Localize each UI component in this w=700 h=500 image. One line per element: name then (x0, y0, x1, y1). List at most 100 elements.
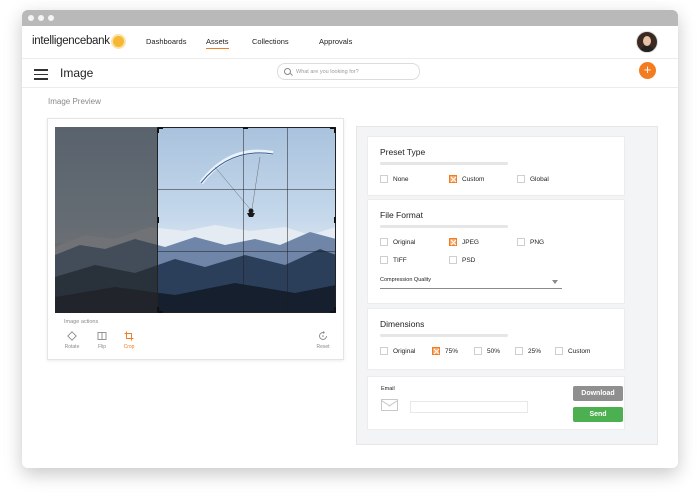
file-format-title: File Format (380, 210, 423, 220)
options-panel: Preset Type None Custom Global File Form… (356, 126, 658, 445)
dimensions-section: Dimensions Original 75% 50% 25% Custom (367, 308, 625, 370)
window-maximize-dot[interactable] (48, 15, 54, 21)
window-close-dot[interactable] (28, 15, 34, 21)
checkbox-icon[interactable] (474, 347, 482, 355)
dimensions-divider (380, 334, 508, 337)
image-preview-card: Image actions Rotate Flip Crop Reset (47, 118, 344, 360)
format-option-original[interactable]: Original (380, 238, 415, 246)
nav-link-collections[interactable]: Collections (252, 37, 289, 46)
rotate-icon (67, 331, 77, 341)
option-label: Original (393, 238, 416, 246)
flip-icon (97, 332, 107, 340)
checkbox-icon[interactable] (555, 347, 563, 355)
reset-icon (319, 331, 327, 340)
checkbox-icon[interactable] (517, 175, 525, 183)
avatar-body (640, 46, 654, 52)
user-avatar[interactable] (636, 31, 658, 53)
top-navigation: intelligencebank Dashboards Assets Colle… (22, 26, 678, 59)
crop-handles[interactable] (55, 127, 336, 313)
dimension-option-25[interactable]: 25% (515, 347, 541, 355)
flip-button[interactable]: Flip (90, 331, 114, 350)
crop-label: Crop (123, 344, 135, 350)
image-actions-toolbar: Rotate Flip Crop Reset (48, 331, 343, 355)
compression-quality-select[interactable]: Compression Quality (380, 277, 562, 289)
checkbox-checked-icon[interactable] (449, 175, 457, 183)
preset-type-divider (380, 162, 508, 165)
reset-label: Reset (316, 344, 330, 350)
hamburger-menu-icon[interactable] (34, 69, 48, 83)
main-content: Image Preview Image actions Rotate Flip … (22, 88, 678, 468)
option-label: TIFF (393, 256, 407, 264)
preset-type-section: Preset Type None Custom Global (367, 136, 625, 196)
window-titlebar (22, 10, 678, 26)
option-label: Custom (568, 347, 591, 355)
option-label: Original (393, 347, 416, 355)
format-option-jpeg[interactable]: JPEG (449, 238, 479, 246)
option-label: 50% (487, 347, 501, 355)
format-option-tiff[interactable]: TIFF (380, 256, 407, 264)
avatar-face (643, 36, 651, 46)
checkbox-icon[interactable] (515, 347, 523, 355)
window-minimize-dot[interactable] (38, 15, 44, 21)
brand-name: intelligencebank (32, 35, 110, 47)
flip-label: Flip (97, 344, 107, 350)
search-icon (284, 68, 291, 75)
format-option-psd[interactable]: PSD (449, 256, 475, 264)
dropdown-arrow-icon (552, 280, 558, 284)
checkbox-icon[interactable] (449, 256, 457, 264)
checkbox-icon[interactable] (380, 175, 388, 183)
option-label: 25% (528, 347, 542, 355)
option-label: 75% (445, 347, 459, 355)
option-label: Global (530, 175, 549, 183)
nav-link-dashboards[interactable]: Dashboards (146, 37, 186, 46)
email-label: Email (381, 386, 395, 392)
dimension-option-custom[interactable]: Custom (555, 347, 590, 355)
rotate-label: Rotate (64, 344, 80, 350)
dimension-option-75[interactable]: 75% (432, 347, 458, 355)
checkbox-icon[interactable] (380, 238, 388, 246)
browser-window: intelligencebank Dashboards Assets Colle… (22, 10, 678, 468)
page-title: Image (60, 66, 94, 80)
rotate-button[interactable]: Rotate (60, 331, 84, 350)
preset-option-none[interactable]: None (380, 175, 409, 183)
crop-icon (124, 331, 134, 341)
checkbox-icon[interactable] (517, 238, 525, 246)
crop-button[interactable]: Crop (117, 331, 141, 350)
preset-option-global[interactable]: Global (517, 175, 549, 183)
file-format-divider (380, 225, 508, 228)
dimensions-title: Dimensions (380, 319, 425, 329)
add-button[interactable]: + (639, 62, 656, 79)
search-placeholder: What are you looking for? (296, 68, 359, 75)
brand-logo[interactable]: intelligencebank (32, 35, 124, 47)
email-section: Email Download Send (367, 376, 625, 430)
checkbox-icon[interactable] (380, 256, 388, 264)
send-button[interactable]: Send (573, 407, 623, 422)
preview-image (55, 127, 336, 313)
preset-type-title: Preset Type (380, 147, 426, 157)
compression-quality-label: Compression Quality (380, 277, 432, 283)
preset-option-custom[interactable]: Custom (449, 175, 484, 183)
checkbox-icon[interactable] (380, 347, 388, 355)
image-actions-label: Image actions (64, 319, 99, 325)
dimension-option-50[interactable]: 50% (474, 347, 500, 355)
section-title-image-preview: Image Preview (48, 97, 101, 106)
envelope-icon (381, 399, 398, 411)
file-format-section: File Format Original JPEG PNG TIFF PSD C… (367, 199, 625, 304)
nav-link-approvals[interactable]: Approvals (319, 37, 352, 46)
dimension-option-original[interactable]: Original (380, 347, 415, 355)
option-label: PSD (462, 256, 476, 264)
checkbox-checked-icon[interactable] (432, 347, 440, 355)
page-header: Image What are you looking for? + (22, 59, 678, 88)
email-field[interactable] (410, 401, 528, 413)
sun-logo-icon (112, 35, 124, 47)
search-input[interactable]: What are you looking for? (277, 63, 420, 80)
download-button[interactable]: Download (573, 386, 623, 401)
format-option-png[interactable]: PNG (517, 238, 544, 246)
option-label: None (393, 175, 409, 183)
checkbox-checked-icon[interactable] (449, 238, 457, 246)
option-label: PNG (530, 238, 545, 246)
option-label: Custom (462, 175, 485, 183)
nav-link-assets[interactable]: Assets (206, 37, 229, 49)
reset-button[interactable]: Reset (311, 331, 335, 350)
option-label: JPEG (462, 238, 479, 246)
